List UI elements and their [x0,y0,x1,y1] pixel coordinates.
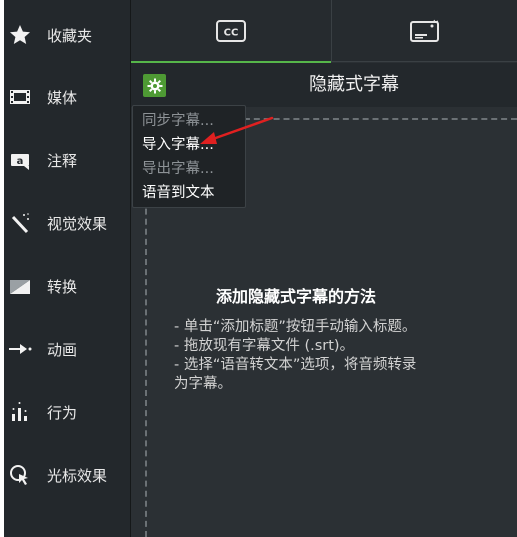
instruction-line: - 拖放现有字幕文件 (.srt)。 [174,338,355,354]
media-card-icon [409,19,439,42]
sidebar-item-annotations[interactable]: a 注释 [4,130,131,190]
instruction-line: - 单击“添加标题”按钮手动输入标题。 [174,319,417,335]
sidebar-item-label: 收藏夹 [47,26,93,45]
annotation-arrow-icon [200,116,274,144]
cursor-effect-icon [10,465,28,485]
svg-text:CC: CC [224,28,239,39]
sidebar-item-label: 注释 [47,151,78,170]
svg-text:a: a [17,156,24,167]
tab-media-card[interactable] [332,0,517,62]
sidebar-item-animations[interactable]: 动画 [4,319,131,379]
sidebar-item-behaviors[interactable]: 行为 [4,382,131,442]
panel-title: 隐藏式字幕 [309,74,399,95]
settings-button[interactable] [143,74,166,97]
sidebar-item-transitions[interactable]: 转换 [4,256,131,316]
instruction-line: 为字幕。 [174,376,232,392]
sidebar-item-media[interactable]: 媒体 [4,67,131,127]
sidebar-item-favorites[interactable]: 收藏夹 [4,5,131,65]
sidebar-item-cursor-effects[interactable]: 光标效果 [4,445,131,505]
sidebar-item-label: 转换 [47,277,78,296]
transition-icon [10,280,30,294]
instruction-line: - 选择“语音转文本”选项，将音频转录 [174,357,417,373]
annotation-icon: a [11,154,29,170]
tab-bar: CC [131,0,517,63]
drop-zone-instructions: - 单击“添加标题”按钮手动输入标题。 - 拖放现有字幕文件 (.srt)。 -… [174,318,509,394]
sidebar-item-label: 媒体 [47,88,78,107]
menu-item-export-captions[interactable]: 导出字幕... [133,157,245,181]
behavior-icon [12,402,27,421]
animation-arrow-icon [9,344,32,354]
gear-icon [147,78,162,93]
sidebar: 收藏夹 媒体 a 注释 视觉效果 转换 动画 行为 光标效果 [4,0,131,537]
menu-item-speech-to-text[interactable]: 语音到文本 [133,181,245,205]
sidebar-item-label: 动画 [47,340,78,359]
film-icon [10,90,30,104]
sidebar-item-label: 视觉效果 [47,214,108,233]
panel-header: 隐藏式字幕 [131,63,517,107]
sidebar-item-label: 行为 [47,403,78,422]
sidebar-item-visual-effects[interactable]: 视觉效果 [4,193,131,253]
sidebar-item-label: 光标效果 [47,466,108,485]
cc-icon: CC [216,20,246,42]
drop-zone-title: 添加隐藏式字幕的方法 [216,287,377,306]
tab-closed-captions[interactable]: CC [131,0,332,63]
captions-panel: CC 隐藏式字幕 添加隐藏式字幕的方法 - 单击“添加标题”按钮手动输入标题。 … [131,0,517,537]
star-icon [10,25,30,44]
magic-wand-icon [11,213,29,234]
